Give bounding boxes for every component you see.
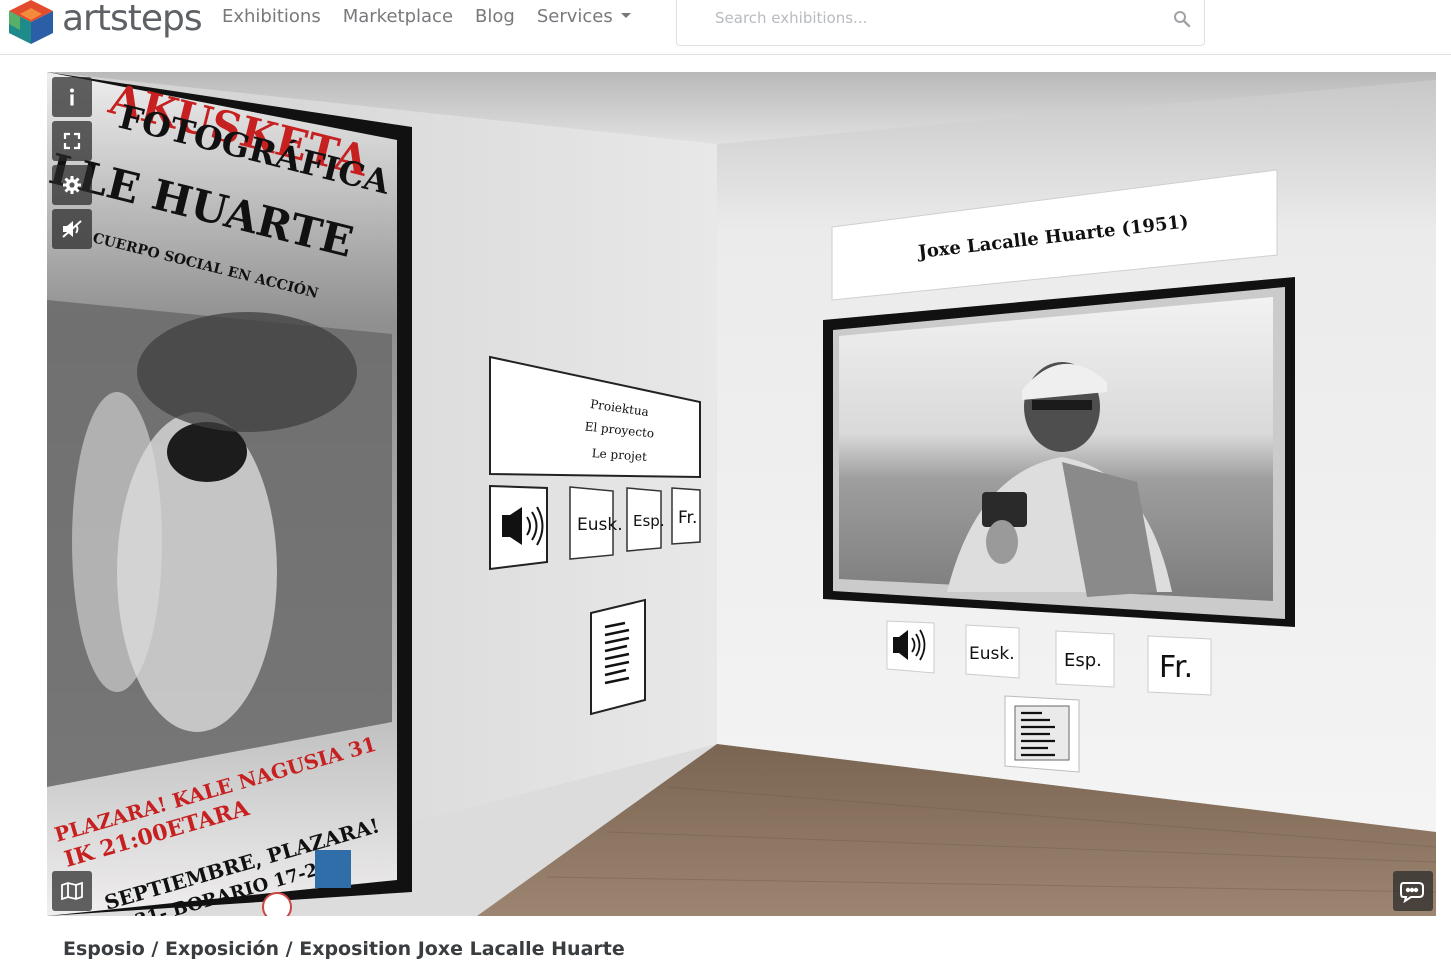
left-lang-fr-label: Fr. xyxy=(678,508,697,528)
chat-icon xyxy=(1400,882,1424,903)
left-lang-eusk-label: Eusk. xyxy=(577,515,623,535)
settings-button[interactable] xyxy=(52,165,92,205)
exhibition-title: Esposio / Exposición / Exposition Joxe L… xyxy=(63,938,625,960)
search-input[interactable] xyxy=(713,6,1153,30)
right-lang-eusk-label: Eusk. xyxy=(969,644,1015,664)
info-button[interactable] xyxy=(52,77,92,117)
search-icon[interactable] xyxy=(1172,9,1192,29)
main-nav: Exhibitions Marketplace Blog Services xyxy=(222,6,653,27)
artsteps-logo[interactable]: artsteps xyxy=(6,0,203,44)
poster-eu-logo xyxy=(315,850,351,888)
search-box xyxy=(676,0,1205,46)
nav-services-dropdown[interactable]: Services xyxy=(537,6,631,27)
info-icon xyxy=(70,88,74,106)
nav-services-label: Services xyxy=(536,6,613,27)
fullscreen-icon xyxy=(63,132,81,150)
left-lang-esp-label: Esp. xyxy=(633,512,665,530)
fullscreen-button[interactable] xyxy=(52,121,92,161)
sound-muted-icon xyxy=(62,220,82,238)
exhibition-3d-viewer[interactable]: AKUSKETA FOTOGRÁFICA LLE HUARTE CUERPO S… xyxy=(47,72,1436,916)
map-icon xyxy=(61,881,83,901)
nav-blog[interactable]: Blog xyxy=(475,6,515,27)
poster-logo-stamp xyxy=(262,892,292,916)
top-navbar: artsteps Exhibitions Marketplace Blog Se… xyxy=(0,0,1451,55)
gallery-scene: AKUSKETA FOTOGRÁFICA LLE HUARTE CUERPO S… xyxy=(47,72,1436,916)
brand-name: artsteps xyxy=(62,0,203,39)
nav-marketplace[interactable]: Marketplace xyxy=(343,6,453,27)
nav-exhibitions[interactable]: Exhibitions xyxy=(222,6,321,27)
artsteps-cube-icon xyxy=(9,0,53,44)
gear-icon xyxy=(63,176,81,194)
chevron-down-icon xyxy=(620,12,631,18)
sound-toggle-button[interactable] xyxy=(52,209,92,249)
right-lang-fr-label: Fr. xyxy=(1159,650,1193,685)
chat-button[interactable] xyxy=(1393,871,1433,911)
map-button[interactable] xyxy=(52,871,92,911)
right-lang-esp-label: Esp. xyxy=(1064,650,1102,671)
